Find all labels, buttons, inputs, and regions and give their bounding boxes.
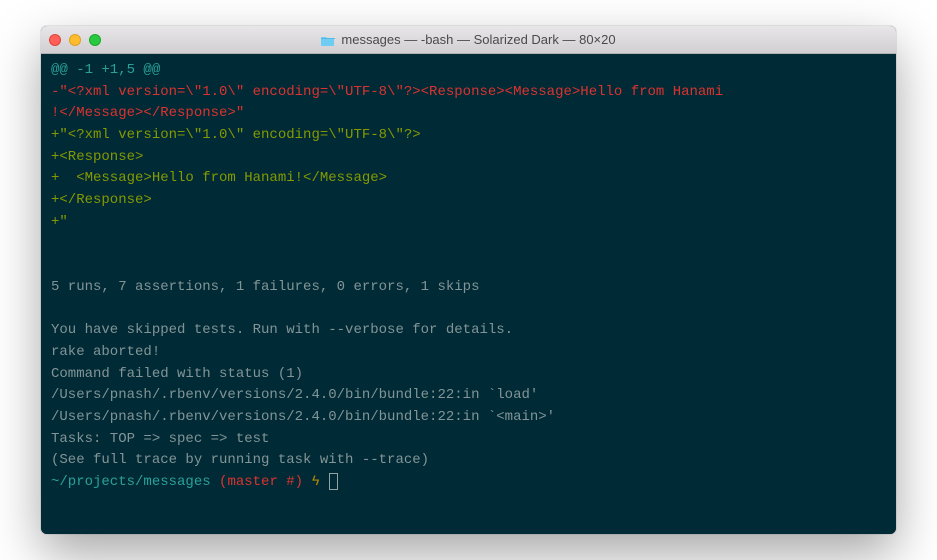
stack-trace-line: /Users/pnash/.rbenv/versions/2.4.0/bin/b… <box>51 387 538 403</box>
skip-note: You have skipped tests. Run with --verbo… <box>51 322 513 338</box>
diff-added-line: +"<?xml version=\"1.0\" encoding=\"UTF-8… <box>51 127 421 143</box>
cursor <box>329 473 338 490</box>
stack-trace-line: /Users/pnash/.rbenv/versions/2.4.0/bin/b… <box>51 409 555 425</box>
diff-added-line: + <Message>Hello from Hanami!</Message> <box>51 170 387 186</box>
prompt-path: ~/projects/messages <box>51 474 211 490</box>
diff-hunk-header: @@ -1 +1,5 @@ <box>51 62 160 78</box>
blank-line <box>51 299 886 321</box>
see-trace-hint: (See full trace by running task with --t… <box>51 452 429 468</box>
window-title-text: messages — -bash — Solarized Dark — 80×2… <box>341 32 615 47</box>
zoom-button[interactable] <box>89 34 101 46</box>
prompt-branch: (master #) <box>211 474 303 490</box>
window-title: messages — -bash — Solarized Dark — 80×2… <box>41 32 896 47</box>
terminal-body[interactable]: @@ -1 +1,5 @@ -"<?xml version=\"1.0\" en… <box>41 54 896 534</box>
command-failed: Command failed with status (1) <box>51 366 303 382</box>
tasks-line: Tasks: TOP => spec => test <box>51 431 269 447</box>
diff-removed-line: -"<?xml version=\"1.0\" encoding=\"UTF-8… <box>51 84 723 100</box>
terminal-window: messages — -bash — Solarized Dark — 80×2… <box>41 26 896 534</box>
blank-line <box>51 255 886 277</box>
diff-added-line: +" <box>51 214 68 230</box>
test-summary: 5 runs, 7 assertions, 1 failures, 0 erro… <box>51 279 479 295</box>
diff-added-line: +<Response> <box>51 149 143 165</box>
blank-line <box>51 234 886 256</box>
diff-added-line: +</Response> <box>51 192 152 208</box>
traffic-lights <box>49 34 101 46</box>
minimize-button[interactable] <box>69 34 81 46</box>
titlebar: messages — -bash — Solarized Dark — 80×2… <box>41 26 896 54</box>
prompt-lightning-icon: ϟ <box>303 474 328 490</box>
diff-removed-line: !</Message></Response>" <box>51 105 244 121</box>
folder-icon <box>321 34 335 45</box>
rake-aborted: rake aborted! <box>51 344 160 360</box>
close-button[interactable] <box>49 34 61 46</box>
